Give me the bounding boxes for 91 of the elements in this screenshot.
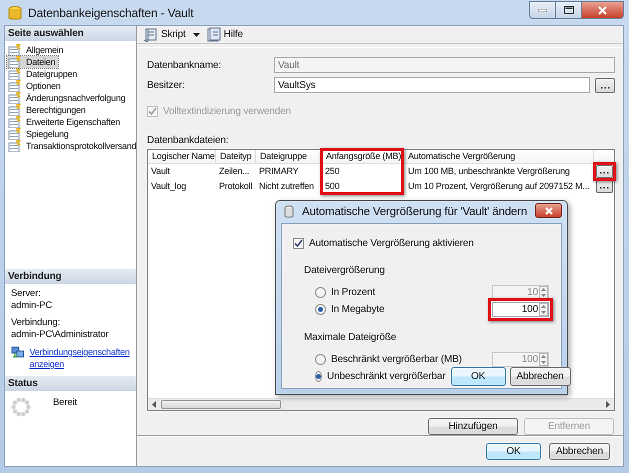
computers-icon — [11, 346, 26, 360]
caret-icon — [192, 32, 200, 36]
checkbox-label: Automatische Vergrößerung aktivieren — [309, 238, 474, 249]
script-dropdown[interactable]: Skript — [143, 26, 200, 42]
page-icon — [8, 116, 22, 128]
sidebar-item[interactable]: Spiegelung — [7, 128, 72, 140]
page-icon — [8, 56, 22, 68]
maximize-button[interactable] — [555, 1, 581, 19]
section-header: Seite auswählen — [5, 26, 136, 41]
page-icon — [8, 80, 22, 92]
ok-button[interactable]: OK — [450, 367, 506, 386]
owner-field[interactable]: VaultSys — [274, 77, 590, 93]
close-button[interactable] — [581, 1, 624, 19]
sidebar-item[interactable]: Berechtigungen — [7, 104, 89, 116]
page-icon — [8, 104, 22, 116]
connection-properties-link[interactable]: Verbindungseigenschaften anzeigen — [30, 346, 130, 370]
radio-button[interactable] — [315, 354, 326, 365]
scrollbar[interactable] — [148, 398, 614, 410]
page-icon — [8, 140, 22, 152]
radio-button[interactable] — [315, 304, 326, 315]
database-icon — [284, 205, 294, 219]
checkbox[interactable] — [293, 238, 304, 249]
page-icon — [8, 68, 22, 80]
left-arrow-icon — [152, 401, 157, 408]
connection-name: admin-PC\Administrator — [11, 329, 110, 341]
radio-label: In Megabyte — [331, 304, 386, 315]
sidebar-item[interactable]: Optionen — [7, 80, 64, 92]
ok-button[interactable]: OK — [486, 443, 541, 460]
checkbox-label: Volltextindizierung verwenden — [163, 106, 291, 117]
page-icon — [8, 128, 22, 140]
table-cell-text: Nicht zutreffen — [258, 180, 315, 193]
cancel-button[interactable]: Abbrechen — [548, 443, 610, 460]
field-label: Besitzer: — [147, 80, 186, 90]
section-header: Status — [5, 376, 136, 391]
help-button[interactable]: Hilfe — [206, 26, 243, 42]
window-title: Datenbankeigenschaften - Vault — [28, 6, 194, 20]
number-spinner[interactable]: 100 — [492, 302, 549, 317]
table-cell-text: PRIMARY — [258, 165, 300, 178]
right-arrow-icon — [605, 401, 610, 408]
up-down-arrows-icon — [539, 353, 548, 366]
field-label: Datenbankname: — [147, 60, 222, 70]
database-icon — [8, 4, 22, 20]
radio-button[interactable] — [315, 287, 326, 298]
minimize-button[interactable] — [529, 1, 555, 19]
browse-button[interactable] — [596, 180, 612, 193]
table-cell-text: Protokoll — [218, 180, 254, 193]
sidebar-item[interactable]: Änderungsnachverfolgung — [7, 92, 128, 104]
grid-label: Datenbankdateien: — [147, 135, 230, 148]
browse-button[interactable] — [596, 165, 612, 178]
radio-label: In Prozent — [331, 287, 376, 298]
cancel-button[interactable]: Abbrechen — [510, 367, 571, 386]
up-down-arrows-icon — [539, 303, 548, 316]
help-book-icon — [206, 26, 222, 42]
table-cell-text: 250 — [324, 165, 340, 178]
column-header[interactable]: Logischer Name — [148, 150, 216, 163]
server-label: Server: — [11, 288, 42, 300]
page-icon — [8, 92, 22, 104]
table-cell-text: Vault_log — [150, 180, 188, 193]
group-label: Maximale Dateigröße — [304, 332, 398, 345]
maximize-icon — [564, 6, 574, 14]
column-header[interactable]: Dateityp — [216, 150, 256, 163]
table-cell-text: Um 10 Prozent, Vergrößerung auf 2097152 M... — [407, 180, 590, 193]
sidebar-item[interactable]: Dateien — [7, 56, 58, 68]
add-button[interactable]: Hinzufügen — [428, 418, 518, 435]
server-name: admin-PC — [11, 300, 54, 312]
close-button[interactable] — [535, 203, 562, 218]
group-label: Dateivergrößerung — [304, 265, 386, 278]
sidebar-item[interactable]: Transaktionsprotokollversand — [7, 140, 140, 152]
radio-label: Beschränkt vergrößerbar (MB) — [331, 354, 463, 365]
column-header[interactable]: Anfangsgröße (MB) — [322, 150, 402, 163]
radio-label: Unbeschränkt vergrößerbar — [327, 371, 446, 382]
section-header: Verbindung — [5, 269, 136, 284]
column-header[interactable]: Automatische Vergrößerung — [402, 150, 594, 163]
status-text: Bereit — [53, 397, 77, 410]
table-cell-text: 500 — [324, 180, 340, 193]
table-cell-text: Zeilen... — [218, 165, 250, 178]
scrollbar-thumb[interactable] — [161, 400, 281, 409]
dialog-title: Automatische Vergrößerung für 'Vault' ändern — [302, 206, 528, 218]
up-down-arrows-icon — [539, 286, 548, 299]
connection-label: Verbindung: — [11, 317, 62, 329]
radio-button[interactable] — [315, 371, 322, 382]
close-icon — [598, 6, 607, 14]
table-cell-text: Um 100 MB, unbeschränkte Vergrößerung — [407, 165, 571, 178]
table-cell-text: Vault — [150, 165, 171, 178]
sidebar-item[interactable]: Erweiterte Eigenschaften — [7, 116, 124, 128]
minimize-icon — [538, 8, 547, 12]
spinner-icon — [11, 397, 31, 417]
sidebar-item[interactable]: Dateigruppen — [7, 68, 80, 80]
browse-button[interactable] — [595, 78, 615, 92]
column-header[interactable]: Dateigruppe — [256, 150, 322, 163]
close-icon — [544, 206, 553, 214]
